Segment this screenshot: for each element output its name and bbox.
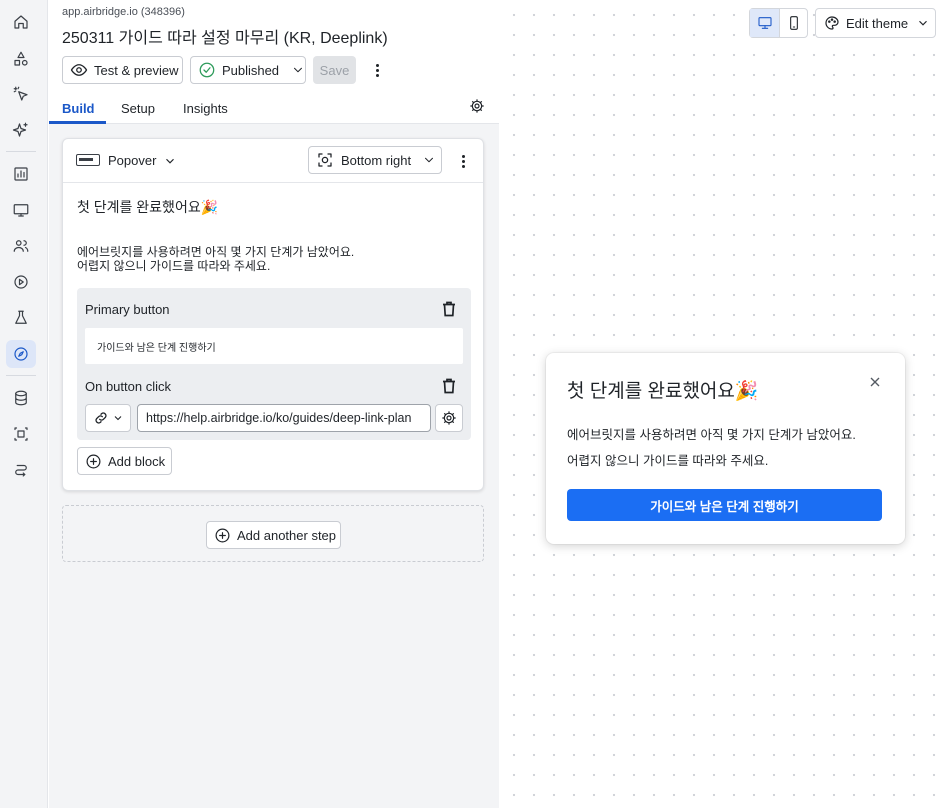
url-input[interactable]: https://help.airbridge.io/ko/guides/deep… (137, 404, 431, 432)
palette-icon (825, 16, 839, 30)
app-id: app.airbridge.io (348396) (62, 6, 185, 18)
link-settings-gear-icon[interactable] (435, 404, 463, 432)
left-sidebar (0, 0, 48, 808)
users-icon[interactable] (6, 232, 36, 260)
test-preview-button[interactable]: Test & preview (62, 56, 183, 84)
flask-icon[interactable] (6, 304, 36, 332)
more-options-icon[interactable] (369, 60, 385, 80)
edit-theme-label: Edit theme (846, 15, 909, 31)
preview-body-line: 에어브릿지를 사용하려면 아직 몇 가지 단계가 남았어요. (567, 428, 856, 442)
action-type-select[interactable] (85, 404, 131, 432)
preview-canvas: Edit theme 첫 단계를 완료했어요🎉 에어브릿지를 사용하려면 아직 … (499, 0, 950, 808)
chevron-down-icon[interactable] (163, 154, 177, 168)
add-block-label: Add block (108, 453, 166, 469)
preview-title: 첫 단계를 완료했어요🎉 (567, 381, 759, 402)
compass-icon[interactable] (6, 340, 36, 368)
active-tab-indicator (49, 121, 106, 124)
add-block-button[interactable]: Add block (77, 447, 172, 475)
primary-button-text-input[interactable]: 가이드와 남은 단계 진행하기 (85, 328, 463, 364)
plus-circle-icon (86, 454, 101, 468)
component-icon[interactable] (6, 420, 36, 448)
device-toggle (749, 8, 808, 38)
add-step-label: Add another step (237, 527, 337, 543)
position-label: Bottom right (341, 152, 412, 168)
tabs-divider (49, 123, 499, 124)
step-options-icon[interactable] (455, 151, 471, 171)
sidebar-divider (6, 375, 36, 376)
editor-header: app.airbridge.io (348396) 250311 가이드 따라 … (49, 0, 499, 124)
step-body-line: 에어브릿지를 사용하려면 아직 몇 가지 단계가 남았어요. (77, 245, 355, 259)
route-icon[interactable] (6, 456, 36, 484)
status-dropdown[interactable]: Published (190, 56, 306, 84)
sidebar-divider (6, 151, 36, 152)
play-icon[interactable] (6, 268, 36, 296)
page-title: 250311 가이드 따라 설정 마무리 (KR, Deeplink) (62, 30, 388, 47)
step-type-select[interactable]: Popover (108, 153, 156, 168)
chart-icon[interactable] (6, 160, 36, 188)
shapes-icon[interactable] (6, 45, 36, 73)
on-click-label: On button click (85, 379, 171, 394)
mobile-icon[interactable] (779, 9, 808, 37)
plus-circle-icon (215, 528, 230, 542)
step-title-text[interactable]: 첫 단계를 완료했어요🎉 (77, 197, 218, 217)
tab-build[interactable]: Build (62, 101, 95, 116)
popover-preview: 첫 단계를 완료했어요🎉 에어브릿지를 사용하려면 아직 몇 가지 단계가 남았… (546, 353, 905, 544)
test-preview-label: Test & preview (94, 62, 179, 78)
position-dropdown[interactable]: Bottom right (308, 146, 442, 174)
preview-cta-button[interactable]: 가이드와 남은 단계 진행하기 (567, 489, 882, 521)
trash-icon[interactable] (442, 378, 456, 394)
settings-gear-icon[interactable] (469, 98, 485, 114)
status-label: Published (221, 62, 280, 78)
check-circle-icon (199, 62, 215, 78)
tab-insights[interactable]: Insights (183, 101, 228, 116)
step-body-line: 어렵지 않으니 가이드를 따라와 주세요. (77, 259, 271, 273)
add-step-zone: Add another step (62, 505, 484, 562)
monitor-icon[interactable] (6, 196, 36, 224)
edit-theme-button[interactable]: Edit theme (815, 8, 936, 38)
database-icon[interactable] (6, 384, 36, 412)
close-icon[interactable] (868, 375, 882, 389)
add-another-step-button[interactable]: Add another step (206, 521, 341, 549)
tab-setup[interactable]: Setup (121, 101, 155, 116)
trash-icon[interactable] (442, 301, 456, 317)
sparkles-icon[interactable] (6, 116, 36, 144)
popover-type-icon (76, 154, 100, 166)
card-divider (63, 182, 483, 183)
step-body-text[interactable]: 에어브릿지를 사용하려면 아직 몇 가지 단계가 남았어요. 어렵지 않으니 가… (77, 245, 354, 273)
link-icon (95, 412, 107, 424)
step-card: Popover Bottom right 첫 단계를 완료했어요🎉 에어브릿지를… (62, 138, 484, 491)
chevron-down-icon (294, 67, 303, 73)
home-icon[interactable] (6, 8, 36, 36)
primary-button-label: Primary button (85, 302, 170, 317)
position-target-icon (318, 153, 332, 167)
eye-icon (70, 64, 88, 76)
save-button[interactable]: Save (313, 56, 356, 84)
chevron-down-icon (425, 157, 434, 163)
desktop-icon[interactable] (750, 9, 779, 37)
primary-button-block: Primary button 가이드와 남은 단계 진행하기 On button… (77, 288, 471, 440)
editor-panel: app.airbridge.io (348396) 250311 가이드 따라 … (49, 0, 499, 808)
chevron-down-icon (919, 20, 928, 26)
magic-click-icon[interactable] (6, 80, 36, 108)
chevron-down-icon (114, 416, 122, 421)
preview-body-line: 어렵지 않으니 가이드를 따라와 주세요. (567, 454, 769, 468)
